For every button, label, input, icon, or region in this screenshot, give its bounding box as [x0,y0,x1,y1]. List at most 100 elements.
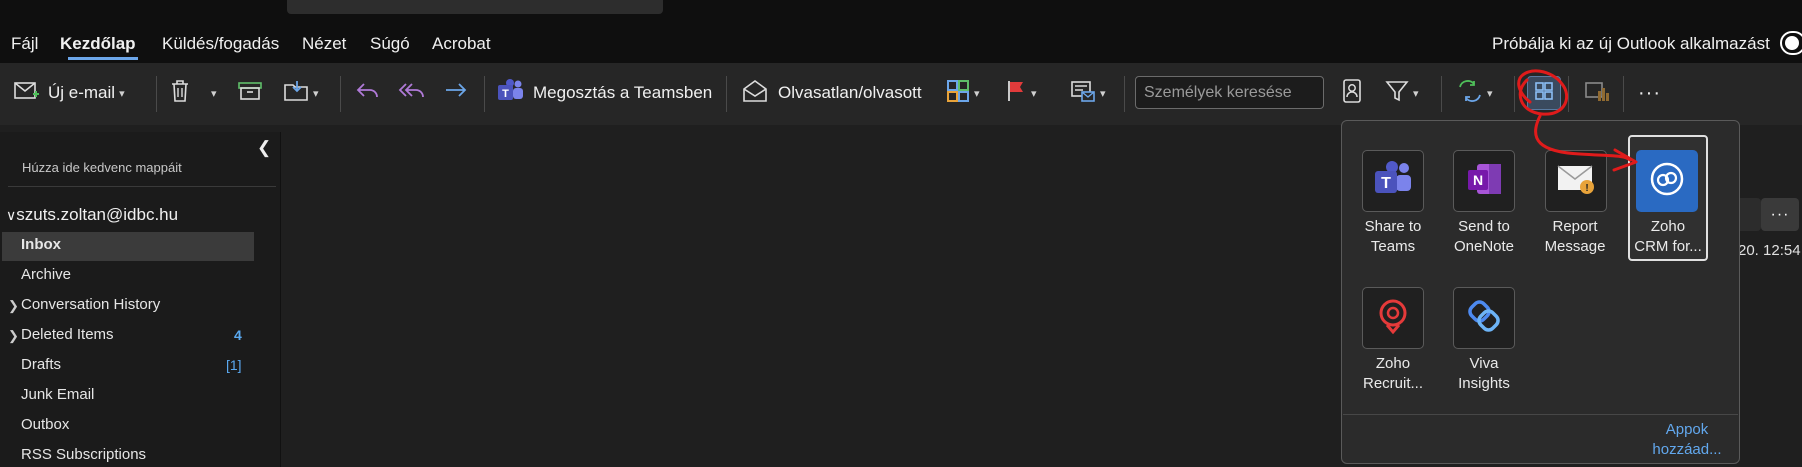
teams-icon: T [497,78,525,109]
chevron-right-icon[interactable]: ❯ [8,328,19,344]
collapse-pane-chevron-icon[interactable]: ❮ [257,138,271,158]
folder-junk-email[interactable]: Junk Email [21,386,94,403]
share-to-teams-label: Megosztás a Teamsben [533,83,713,102]
global-search-box[interactable] [287,0,663,14]
viva-insights-app-label: Viva Insights [1439,354,1529,394]
ribbon-separator [1623,76,1624,112]
message-time: 20. 12:54 [1738,242,1801,259]
delete-dropdown-chevron-icon[interactable]: ▾ [211,77,217,109]
report-message-icon: ! [1556,162,1596,201]
app-label-line: Message [1544,238,1606,255]
move-button[interactable]: ▾ [283,77,319,109]
zoho-recruit-app-label: Zoho Recruit... [1348,354,1438,394]
drafts-count: [1] [226,357,242,373]
deleted-items-count: 4 [234,327,242,343]
people-search-input[interactable] [1136,77,1323,108]
favorites-hint: Húzza ide kedvenc mappáit [22,160,182,175]
folder-drafts[interactable]: Drafts [21,356,61,373]
app-label-line: Zoho [1375,355,1411,372]
folder-rss-subscriptions[interactable]: RSS Subscriptions [21,446,146,463]
svg-text:N: N [1473,172,1483,188]
rules-button[interactable]: ▾ [1070,77,1106,109]
menu-file[interactable]: Fájl [11,34,38,54]
insights-chart-icon [1584,79,1610,108]
categorize-button[interactable]: ▾ [946,77,980,109]
app-label-line: Viva [1469,355,1499,372]
app-label-line: Share to [1364,218,1422,235]
zoho-recruit-app-tile[interactable] [1362,287,1424,349]
ribbon-separator [340,76,341,112]
forward-button[interactable] [443,77,469,109]
sync-icon [1457,79,1483,108]
zoho-crm-app-label: Zoho CRM for... [1623,217,1713,257]
folder-conversation-history[interactable]: Conversation History [21,296,160,313]
onenote-icon: N [1465,160,1503,203]
insights-button[interactable] [1584,77,1610,109]
rules-icon [1070,79,1096,108]
zoho-crm-app-tile[interactable] [1636,150,1698,212]
menu-help[interactable]: Súgó [370,34,410,54]
chevron-down-icon: ∨ [6,207,17,223]
share-to-teams-button[interactable]: T Megosztás a Teamsben [497,77,712,109]
add-apps-line: Appok [1665,421,1709,438]
people-search-box[interactable] [1135,76,1324,109]
categorize-icon [946,79,970,108]
archive-button[interactable] [237,77,263,109]
read-unread-button[interactable]: Olvasatlan/olvasott [742,77,922,109]
follow-up-button[interactable]: ▾ [1005,77,1037,109]
chevron-down-icon: ▾ [313,87,319,100]
filter-email-button[interactable]: ▾ [1385,77,1419,109]
move-folder-icon [283,79,309,108]
archive-icon [237,80,263,107]
chevron-down-icon: ▾ [1100,87,1106,100]
report-message-app-label: Report Message [1530,217,1620,257]
report-message-app-tile[interactable]: ! [1545,150,1607,212]
app-label-line: Send to [1458,218,1510,235]
folder-deleted-items[interactable]: Deleted Items [21,326,114,343]
viva-insights-icon [1464,296,1504,341]
app-label-line: Recruit... [1362,375,1423,392]
try-new-outlook-toggle[interactable] [1780,31,1802,55]
app-label-line: OneNote [1453,238,1515,255]
teams-icon: T [1373,160,1413,203]
address-book-button[interactable] [1341,77,1363,109]
share-to-teams-app-label: Share to Teams [1348,217,1438,257]
reading-pane-more-button[interactable]: ··· [1761,198,1799,231]
svg-text:T: T [1381,175,1391,192]
folder-archive[interactable]: Archive [21,266,71,283]
menu-view[interactable]: Nézet [302,34,346,54]
chevron-down-icon: ▾ [974,87,980,100]
divider [8,186,276,187]
ribbon-separator [1124,76,1125,112]
open-envelope-icon [742,79,768,108]
more-options-button[interactable]: ··· [1638,77,1661,109]
folder-outbox[interactable]: Outbox [21,416,69,433]
folder-inbox[interactable]: Inbox [21,236,61,253]
address-book-icon [1341,78,1363,109]
flag-icon [1005,79,1027,108]
try-new-outlook-label: Próbálja ki az új Outlook alkalmazást [1492,34,1770,53]
menu-send-receive[interactable]: Küldés/fogadás [162,34,279,54]
menu-acrobat[interactable]: Acrobat [432,34,491,54]
send-to-onenote-app-tile[interactable]: N [1453,150,1515,212]
sync-button[interactable]: ▾ [1457,77,1493,109]
chevron-down-icon: ▾ [1413,87,1419,100]
new-email-button[interactable]: Új e-mail ▾ [14,77,125,109]
trash-icon [169,79,191,108]
reply-all-button[interactable] [398,77,428,109]
new-email-icon [14,80,40,107]
ribbon-separator [1568,76,1569,112]
share-to-teams-app-tile[interactable]: T [1362,150,1424,212]
all-apps-button[interactable] [1527,76,1561,110]
delete-button[interactable] [169,77,191,109]
app-label-line: CRM for... [1634,238,1702,255]
chevron-right-icon[interactable]: ❯ [8,298,19,314]
read-unread-label: Olvasatlan/olvasott [778,83,922,102]
add-apps-link[interactable]: Appok hozzáad... [1645,420,1729,460]
title-bar [0,0,1802,16]
reply-button[interactable] [355,77,381,109]
menu-home[interactable]: Kezdőlap [60,34,136,54]
viva-insights-app-tile[interactable] [1453,287,1515,349]
account-header[interactable]: ∨szuts.zoltan@idbc.hu [6,205,178,225]
svg-text:T: T [502,88,509,100]
